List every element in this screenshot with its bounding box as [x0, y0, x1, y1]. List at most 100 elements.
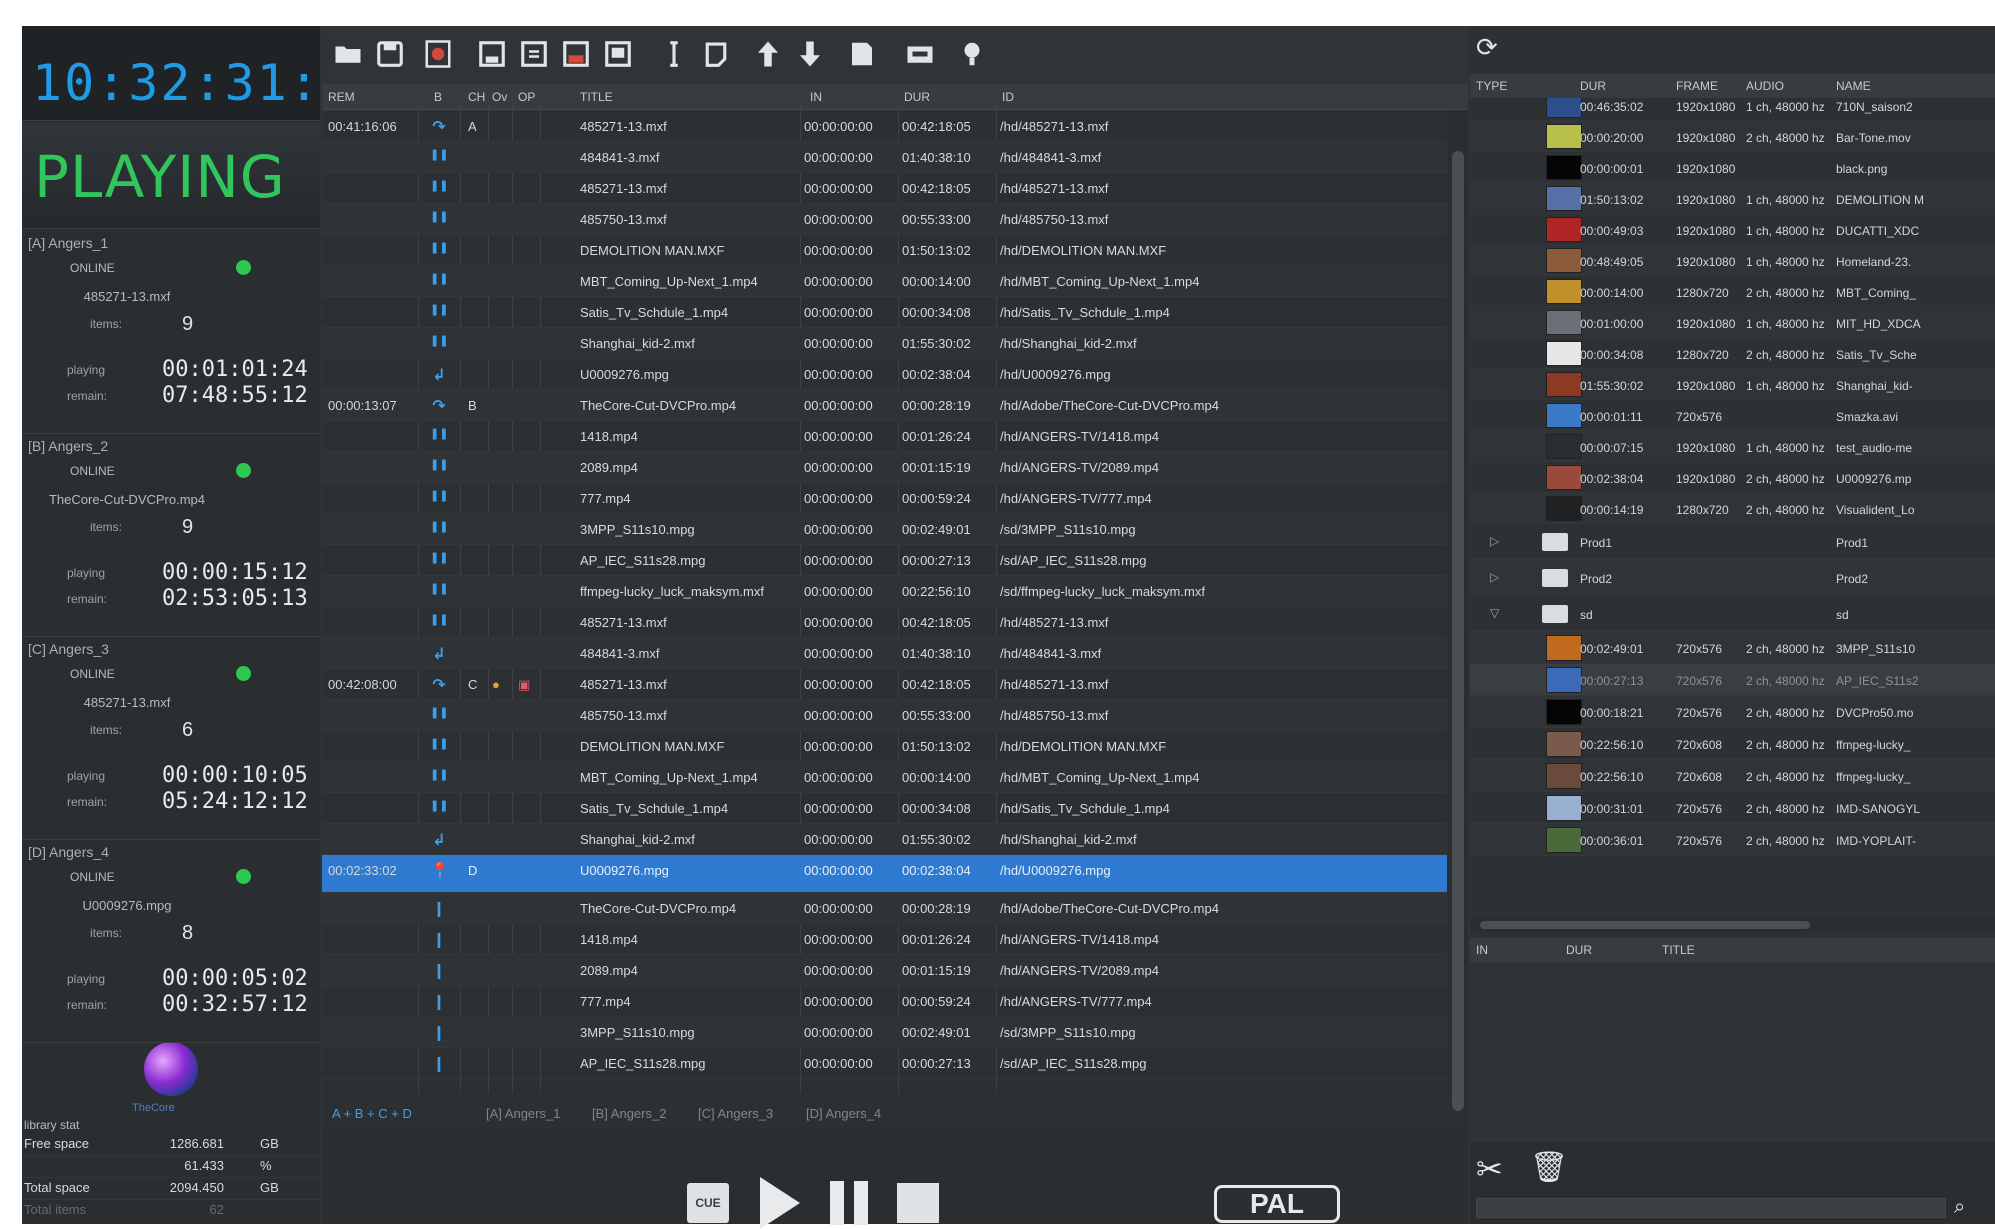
channel-block[interactable]: [B] Angers_2 ONLINE TheCore-Cut-DVCPro.m…	[22, 434, 320, 637]
tab-angers-1[interactable]: [A] Angers_1	[486, 1106, 560, 1121]
arrow-up-icon[interactable]	[748, 34, 788, 74]
film-edit-icon[interactable]	[598, 34, 638, 74]
tab-angers-2[interactable]: [B] Angers_2	[592, 1106, 666, 1121]
frame-icon[interactable]	[696, 34, 736, 74]
col-id[interactable]: ID	[1002, 90, 1014, 104]
search-input[interactable]	[1477, 1199, 1945, 1217]
playlist-row[interactable]: ❚❚ 484841-3.mxf 00:00:00:00 01:40:38:10 …	[322, 142, 1447, 173]
search-icon[interactable]: ⌕	[1954, 1196, 1965, 1219]
col-ch[interactable]: CH	[468, 90, 485, 104]
library-clip-row[interactable]: 00:02:49:01 720x576 2 ch, 48000 hz 3MPP_…	[1470, 632, 1995, 664]
library-folder-row[interactable]: ▽ sd sd	[1470, 596, 1995, 632]
playlist-row[interactable]: ↲ U0009276.mpg 00:00:00:00 00:02:38:04 /…	[322, 359, 1447, 390]
library-clip-row[interactable]: 00:00:07:15 1920x1080 1 ch, 48000 hz tes…	[1470, 431, 1995, 462]
playlist-row[interactable]: ❚❚ 777.mp4 00:00:00:00 00:00:59:24 /hd/A…	[322, 483, 1447, 514]
library-clip-row[interactable]: 00:46:35:02 1920x1080 1 ch, 48000 hz 710…	[1470, 98, 1995, 121]
col-rem[interactable]: REM	[328, 90, 355, 104]
col-title[interactable]: TITLE	[580, 90, 613, 104]
library-clip-row[interactable]: 00:00:14:00 1280x720 2 ch, 48000 hz MBT_…	[1470, 276, 1995, 307]
playlist-row[interactable]: ❚❚ 485271-13.mxf 00:00:00:00 00:42:18:05…	[322, 173, 1447, 204]
col-audio[interactable]: AUDIO	[1746, 79, 1784, 93]
text-cursor-icon[interactable]	[654, 34, 694, 74]
col-name[interactable]: NAME	[1836, 79, 1871, 93]
library-clip-row[interactable]: 00:00:18:21 720x576 2 ch, 48000 hz DVCPr…	[1470, 696, 1995, 728]
library-clip-row[interactable]: 00:00:01:11 720x576 Smazka.avi	[1470, 400, 1995, 431]
col-op[interactable]: OP	[518, 90, 535, 104]
playlist-row[interactable]: ❚❚ DEMOLITION MAN.MXF 00:00:00:00 01:50:…	[322, 235, 1447, 266]
library-clip-row[interactable]: 00:00:36:01 720x576 2 ch, 48000 hz IMD-Y…	[1470, 824, 1995, 856]
channel-block[interactable]: [A] Angers_1 ONLINE 485271-13.mxf items:…	[22, 231, 320, 434]
library-clip-row[interactable]: 00:22:56:10 720x608 2 ch, 48000 hz ffmpe…	[1470, 728, 1995, 760]
library-clip-row[interactable]: 01:55:30:02 1920x1080 1 ch, 48000 hz Sha…	[1470, 369, 1995, 400]
playlist-row[interactable]: 00:41:16:06 ↷ A 485271-13.mxf 00:00:00:0…	[322, 111, 1447, 142]
playlist-row[interactable]: ❚❚ 3MPP_S11s10.mpg 00:00:00:00 00:02:49:…	[322, 514, 1447, 545]
library-hscrollbar[interactable]	[1470, 918, 1995, 932]
playlist-row[interactable]: 00:42:08:00 ↷ C ● ▣ 485271-13.mxf 00:00:…	[322, 669, 1447, 700]
library-clip-row[interactable]: 00:02:38:04 1920x1080 2 ch, 48000 hz U00…	[1470, 462, 1995, 493]
library-clip-row[interactable]: 00:22:56:10 720x608 2 ch, 48000 hz ffmpe…	[1470, 760, 1995, 792]
refresh-icon[interactable]: ⟳	[1476, 32, 1498, 63]
col-in[interactable]: IN	[810, 90, 822, 104]
film-insert-icon[interactable]	[514, 34, 554, 74]
arrow-down-icon[interactable]	[790, 34, 830, 74]
library-clip-row[interactable]: 00:01:00:00 1920x1080 1 ch, 48000 hz MIT…	[1470, 307, 1995, 338]
library-clip-row[interactable]: 00:00:20:00 1920x1080 2 ch, 48000 hz Bar…	[1470, 121, 1995, 152]
playlist-row[interactable]: ❚❚ Satis_Tv_Schdule_1.mp4 00:00:00:00 00…	[322, 297, 1447, 328]
playlist-row[interactable]: ❚❚ 485750-13.mxf 00:00:00:00 00:55:33:00…	[322, 700, 1447, 731]
playlist-row[interactable]: ❙ AP_IEC_S11s28.mpg 00:00:00:00 00:00:27…	[322, 1048, 1447, 1079]
library-clip-row[interactable]: 00:00:31:01 720x576 2 ch, 48000 hz IMD-S…	[1470, 792, 1995, 824]
col-in[interactable]: IN	[1476, 943, 1488, 957]
library-clip-row[interactable]: 00:00:49:03 1920x1080 1 ch, 48000 hz DUC…	[1470, 214, 1995, 245]
tag-icon[interactable]	[842, 34, 882, 74]
library-clip-row[interactable]: 00:00:00:01 1920x1080 black.png	[1470, 152, 1995, 183]
playlist-row[interactable]: ❚❚ DEMOLITION MAN.MXF 00:00:00:00 01:50:…	[322, 731, 1447, 762]
playlist-row[interactable]: ❚❚ 2089.mp4 00:00:00:00 00:01:15:19 /hd/…	[322, 452, 1447, 483]
film-remove-icon[interactable]	[556, 34, 596, 74]
library-clip-row[interactable]: 00:00:34:08 1280x720 2 ch, 48000 hz Sati…	[1470, 338, 1995, 369]
expand-icon[interactable]: ▽	[1490, 606, 1499, 620]
playlist-row[interactable]: ❚❚ Satis_Tv_Schdule_1.mp4 00:00:00:00 00…	[322, 793, 1447, 824]
trash-icon[interactable]: 🗑	[1530, 1150, 1568, 1185]
col-b[interactable]: B	[434, 90, 442, 104]
playlist-row[interactable]: ❚❚ Shanghai_kid-2.mxf 00:00:00:00 01:55:…	[322, 328, 1447, 359]
scroll-thumb[interactable]	[1480, 921, 1810, 929]
bulb-icon[interactable]	[952, 34, 992, 74]
library-folder-row[interactable]: ▷ Prod2 Prod2	[1470, 560, 1995, 596]
save-icon[interactable]	[370, 34, 410, 74]
playlist-row[interactable]: ❙ TheCore-Cut-DVCPro.mp4 00:00:00:00 00:…	[322, 893, 1447, 924]
cassette-icon[interactable]	[900, 34, 940, 74]
scissors-icon[interactable]: ✂	[1476, 1150, 1503, 1188]
playlist-scrollbar[interactable]	[1448, 111, 1468, 1111]
col-frame[interactable]: FRAME	[1676, 79, 1718, 93]
playlist-row[interactable]: ❚❚ ffmpeg-lucky_luck_maksym.mxf 00:00:00…	[322, 576, 1447, 607]
channel-block[interactable]: [C] Angers_3 ONLINE 485271-13.mxf items:…	[22, 637, 320, 840]
folder-open-icon[interactable]	[328, 34, 368, 74]
playlist-row[interactable]: 00:00:13:07 ↷ B TheCore-Cut-DVCPro.mp4 0…	[322, 390, 1447, 421]
library-clip-row[interactable]: 01:50:13:02 1920x1080 1 ch, 48000 hz DEM…	[1470, 183, 1995, 214]
tab-angers-4[interactable]: [D] Angers_4	[806, 1106, 881, 1121]
playlist-row[interactable]: ❙ 777.mp4 00:00:00:00 00:00:59:24 /hd/AN…	[322, 986, 1447, 1017]
pause-button[interactable]	[830, 1181, 870, 1225]
expand-icon[interactable]: ▷	[1490, 570, 1499, 584]
playlist-row[interactable]: ❚❚ 485271-13.mxf 00:00:00:00 00:42:18:05…	[322, 607, 1447, 638]
tab-all-channels[interactable]: A + B + C + D	[332, 1106, 412, 1121]
stop-button[interactable]	[897, 1183, 939, 1223]
playlist-row[interactable]: ❙ 2089.mp4 00:00:00:00 00:01:15:19 /hd/A…	[322, 955, 1447, 986]
col-type[interactable]: TYPE	[1476, 79, 1507, 93]
record-icon[interactable]	[418, 34, 458, 74]
scroll-thumb[interactable]	[1452, 151, 1464, 1111]
library-clip-row[interactable]: 00:00:14:19 1280x720 2 ch, 48000 hz Visu…	[1470, 493, 1995, 524]
playlist-row[interactable]: ❚❚ MBT_Coming_Up-Next_1.mp4 00:00:00:00 …	[322, 266, 1447, 297]
channel-block[interactable]: [D] Angers_4 ONLINE U0009276.mpg items: …	[22, 840, 320, 1043]
expand-icon[interactable]: ▷	[1490, 534, 1499, 548]
play-button[interactable]	[760, 1177, 800, 1229]
tab-angers-3[interactable]: [C] Angers_3	[698, 1106, 773, 1121]
library-folder-row[interactable]: ▷ Prod1 Prod1	[1470, 524, 1995, 560]
playlist-row[interactable]: 00:02:33:02 📍 D U0009276.mpg 00:00:00:00…	[322, 855, 1447, 893]
playlist-row[interactable]: ↲ 484841-3.mxf 00:00:00:00 01:40:38:10 /…	[322, 638, 1447, 669]
playlist-row[interactable]: ❙ 1418.mp4 00:00:00:00 00:01:26:24 /hd/A…	[322, 924, 1447, 955]
playlist-row[interactable]: ❚❚ AP_IEC_S11s28.mpg 00:00:00:00 00:00:2…	[322, 545, 1447, 576]
col-dur[interactable]: DUR	[1566, 943, 1592, 957]
col-dur[interactable]: DUR	[1580, 79, 1606, 93]
library-clip-row[interactable]: 00:48:49:05 1920x1080 1 ch, 48000 hz Hom…	[1470, 245, 1995, 276]
